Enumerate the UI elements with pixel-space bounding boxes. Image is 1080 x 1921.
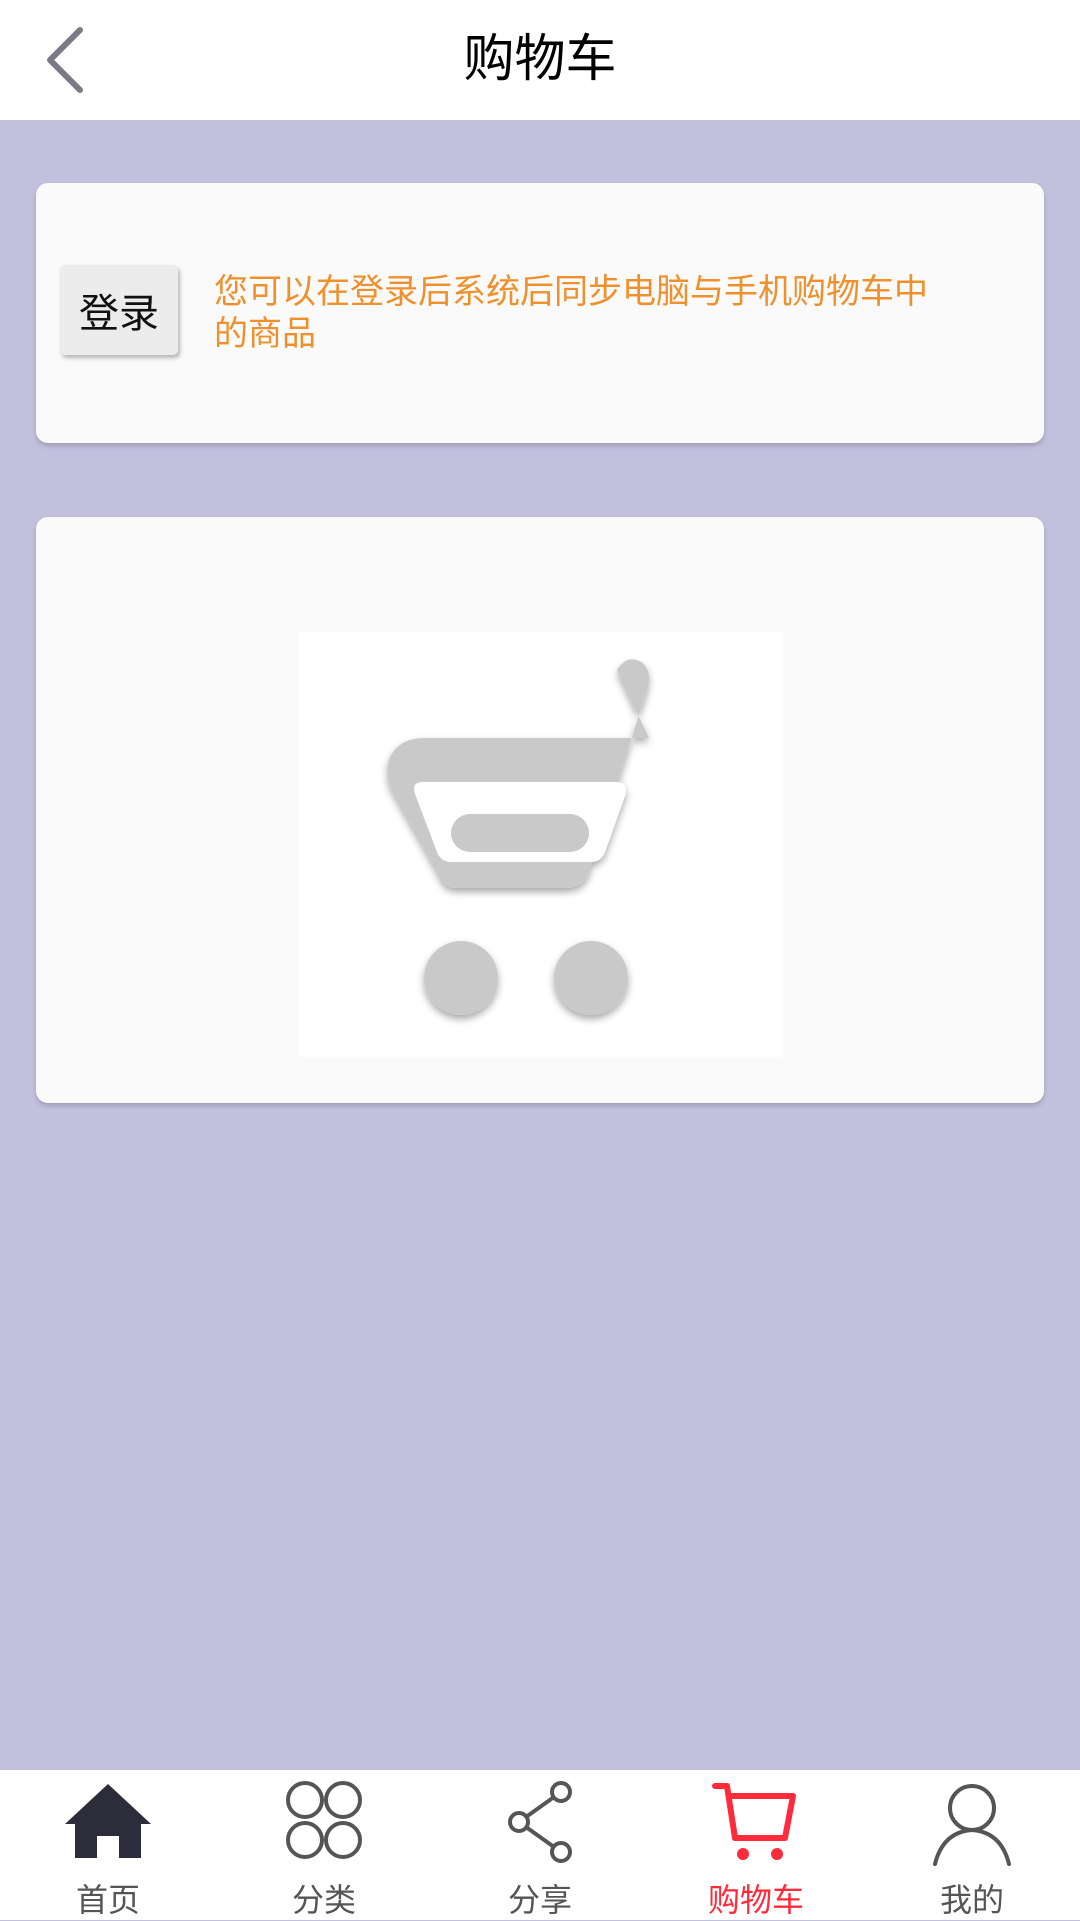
grid-icon <box>279 1778 369 1868</box>
tab-me-label: 我的 <box>939 1881 1004 1919</box>
tab-category-label: 分类 <box>291 1881 356 1919</box>
login-hint-text: 您可以在登录后系统后同步电脑与手机购物车中的商品 <box>214 272 928 354</box>
user-icon <box>927 1778 1017 1868</box>
back-button[interactable] <box>30 18 110 102</box>
tab-home-label: 首页 <box>75 1881 140 1919</box>
login-button[interactable]: 登录 <box>60 265 178 355</box>
chevron-left-icon <box>47 27 83 93</box>
share-icon <box>495 1778 585 1868</box>
header-bar: 购物车 <box>0 0 1080 120</box>
shopping-cart-icon <box>387 659 649 1015</box>
tab-me[interactable]: 我的 <box>864 1770 1080 1920</box>
bottom-tab-bar: 首页 分类 分享 购物车 我的 <box>0 1770 1080 1920</box>
tab-cart-label: 购物车 <box>707 1881 804 1919</box>
empty-cart-image <box>299 632 783 1057</box>
tab-home[interactable]: 首页 <box>0 1770 216 1920</box>
tab-cart[interactable]: 购物车 <box>648 1770 864 1920</box>
tab-share[interactable]: 分享 <box>432 1770 648 1920</box>
tab-category[interactable]: 分类 <box>216 1770 432 1920</box>
home-icon <box>63 1778 153 1868</box>
empty-cart-card <box>36 517 1044 1103</box>
login-card: 登录 您可以在登录后系统后同步电脑与手机购物车中的商品 <box>36 183 1044 443</box>
cart-icon <box>711 1778 801 1868</box>
page-title: 购物车 <box>463 30 617 89</box>
tab-share-label: 分享 <box>507 1881 572 1919</box>
